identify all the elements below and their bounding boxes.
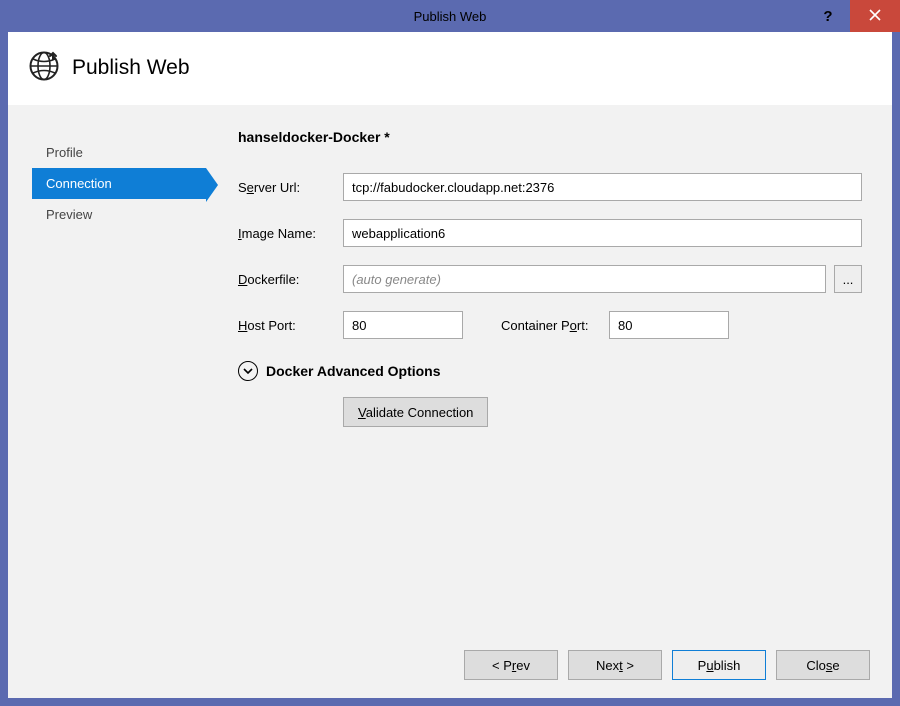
- chevron-down-icon: [238, 361, 258, 381]
- publish-button[interactable]: Publish: [672, 650, 766, 680]
- image-name-input[interactable]: [343, 219, 862, 247]
- label-container-port: Container Port:: [501, 318, 609, 333]
- content-area: Publish Web Profile Connection Preview h…: [8, 32, 892, 698]
- titlebar: Publish Web ?: [0, 0, 900, 32]
- dockerfile-browse-button[interactable]: ...: [834, 265, 862, 293]
- container-port-input[interactable]: [609, 311, 729, 339]
- sidebar-item-label: Preview: [46, 207, 92, 222]
- close-button[interactable]: Close: [776, 650, 870, 680]
- validate-connection-button[interactable]: Validate Connection: [343, 397, 488, 427]
- close-window-button[interactable]: [850, 0, 900, 32]
- sidebar: Profile Connection Preview: [8, 123, 218, 632]
- label-server-url: Server Url:: [238, 180, 343, 195]
- sidebar-item-profile[interactable]: Profile: [32, 137, 206, 168]
- sidebar-item-label: Connection: [46, 176, 112, 191]
- row-server-url: Server Url:: [238, 173, 862, 201]
- publish-globe-icon: [28, 50, 60, 85]
- help-button[interactable]: ?: [806, 0, 850, 32]
- row-dockerfile: Dockerfile: ...: [238, 265, 862, 293]
- dockerfile-input[interactable]: [343, 265, 826, 293]
- profile-name: hanseldocker-Docker *: [238, 129, 862, 145]
- docker-advanced-expander[interactable]: Docker Advanced Options: [238, 361, 862, 381]
- dialog-header: Publish Web: [8, 32, 892, 105]
- dialog-title: Publish Web: [72, 56, 190, 80]
- row-validate: Validate Connection: [343, 397, 862, 427]
- host-port-input[interactable]: [343, 311, 463, 339]
- close-icon: [869, 9, 881, 24]
- titlebar-controls: ?: [806, 0, 900, 32]
- sidebar-item-label: Profile: [46, 145, 83, 160]
- window-title: Publish Web: [414, 9, 487, 24]
- main-panel: hanseldocker-Docker * Server Url: Image …: [218, 123, 892, 632]
- publish-web-window: Publish Web ? Publish We: [0, 0, 900, 706]
- label-image-name: Image Name:: [238, 226, 343, 241]
- row-ports: Host Port: Container Port:: [238, 311, 862, 339]
- dialog-body: Profile Connection Preview hanseldocker-…: [8, 105, 892, 632]
- next-button[interactable]: Next >: [568, 650, 662, 680]
- label-dockerfile: Dockerfile:: [238, 272, 343, 287]
- ellipsis-icon: ...: [843, 272, 854, 287]
- expander-label: Docker Advanced Options: [266, 363, 441, 379]
- prev-button[interactable]: < Prev: [464, 650, 558, 680]
- row-image-name: Image Name:: [238, 219, 862, 247]
- sidebar-item-connection[interactable]: Connection: [32, 168, 206, 199]
- server-url-input[interactable]: [343, 173, 862, 201]
- label-host-port: Host Port:: [238, 318, 343, 333]
- dialog-footer: < Prev Next > Publish Close: [8, 632, 892, 698]
- sidebar-item-preview[interactable]: Preview: [32, 199, 206, 230]
